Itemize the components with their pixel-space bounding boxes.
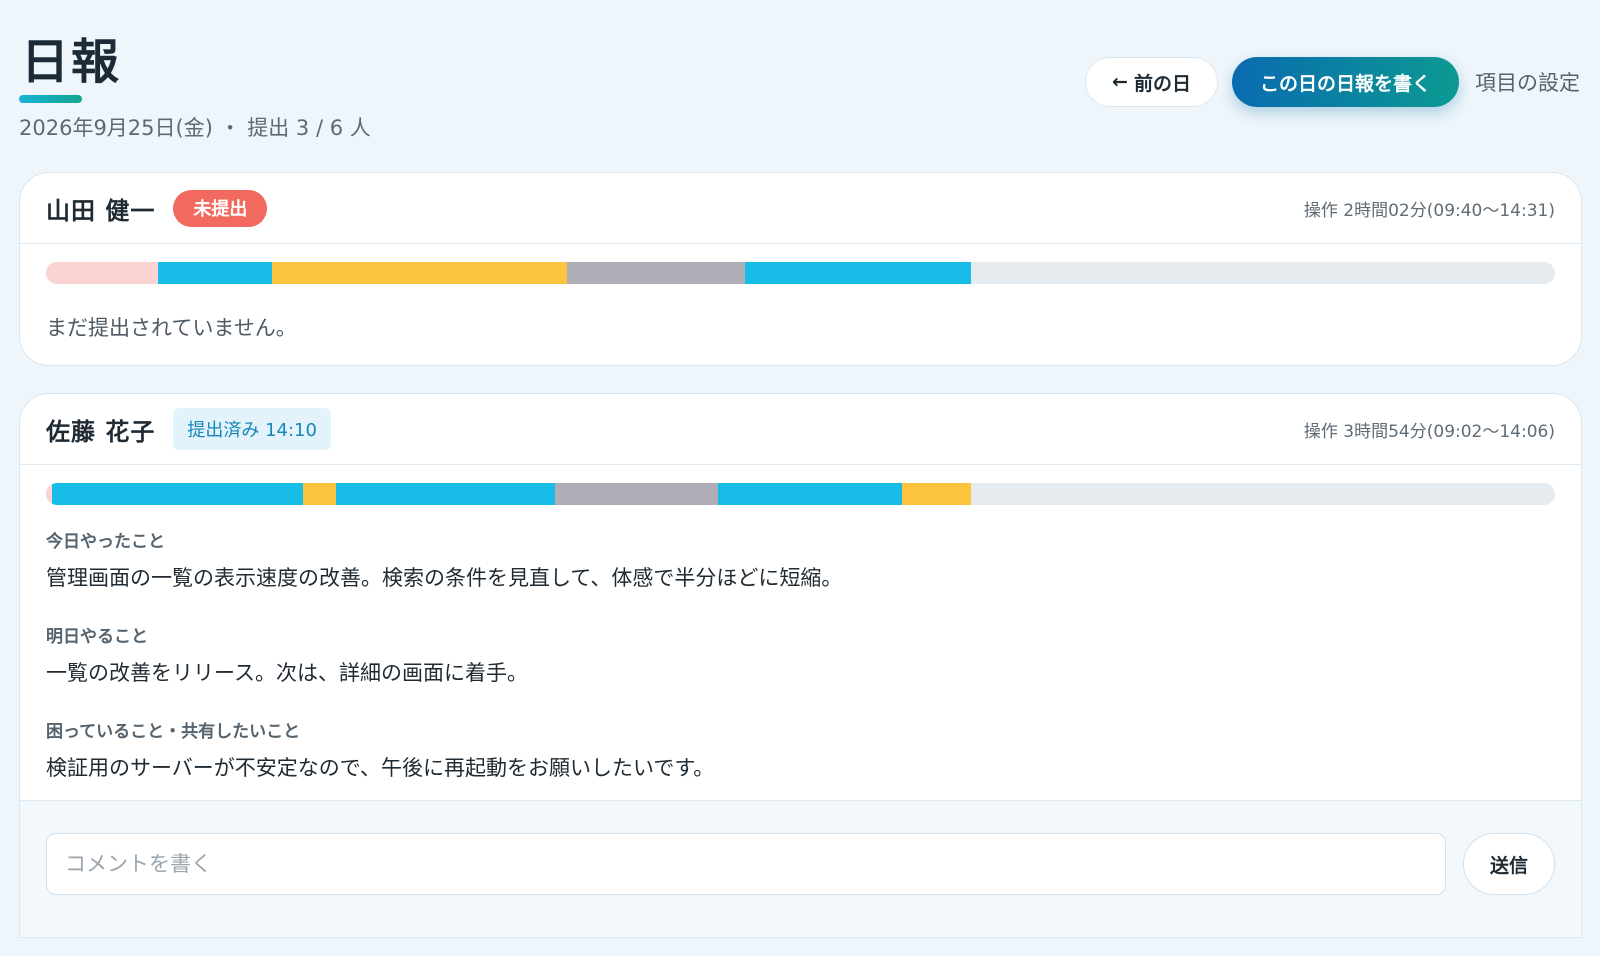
activity-segment (744, 262, 971, 284)
section-label: 明日やること (46, 627, 148, 647)
page-subtitle: 2026年9月25日(金) ・ 提出 3 / 6 人 (19, 116, 371, 140)
activity-segment (52, 483, 303, 505)
activity-segment (554, 483, 718, 505)
section-issues: 困っていること・共有したいこと 検証用のサーバーが不安定なので、午後に再起動をお… (20, 717, 1581, 782)
previous-day-button[interactable]: ← 前の日 (1085, 57, 1218, 107)
previous-day-label: 前の日 (1133, 72, 1191, 95)
field-settings-link[interactable]: 項目の設定 (1473, 67, 1582, 97)
title-underline (19, 95, 82, 103)
activity-segment (157, 262, 273, 284)
operation-time: 操作 2時間02分(09:40〜14:31) (1303, 200, 1555, 221)
report-card-header: 佐藤 花子 提出済み 14:10 操作 3時間54分(09:02〜14:06) (20, 394, 1581, 465)
activity-segment (901, 483, 971, 505)
section-todo-tomorrow: 明日やること 一覧の改善をリリース。次は、詳細の画面に着手。 (20, 622, 1581, 687)
section-text: 一覧の改善をリリース。次は、詳細の画面に着手。 (46, 661, 528, 685)
status-badge: 未提出 (173, 189, 268, 227)
activity-timeline (46, 262, 1555, 284)
section-text: 管理画面の一覧の表示速度の改善。検索の条件を見直して、体感で半分ほどに短縮。 (46, 566, 843, 590)
report-card-header: 山田 健一 未提出 操作 2時間02分(09:40〜14:31) (20, 173, 1581, 244)
comment-area: 送信 (20, 800, 1581, 937)
activity-segment (566, 262, 745, 284)
section-text: 検証用のサーバーが不安定なので、午後に再起動をお願いしたいです。 (46, 756, 715, 780)
section-label: 困っていること・共有したいこと (46, 722, 301, 742)
activity-segment (272, 262, 567, 284)
report-card: 佐藤 花子 提出済み 14:10 操作 3時間54分(09:02〜14:06) … (19, 393, 1582, 938)
write-report-button[interactable]: この日の日報を書く (1231, 57, 1459, 107)
activity-segment (302, 483, 336, 505)
empty-message: まだ提出されていません。 (46, 316, 297, 340)
member-name: 佐藤 花子 (46, 417, 156, 446)
header-actions: ← 前の日 この日の日報を書く 項目の設定 (1085, 57, 1582, 107)
arrow-left-icon: ← (1112, 71, 1128, 93)
activity-timeline (46, 483, 1555, 505)
comment-input[interactable] (46, 833, 1446, 895)
section-label: 今日やったこと (46, 532, 165, 552)
activity-segment (335, 483, 555, 505)
activity-segment (717, 483, 902, 505)
report-card: 山田 健一 未提出 操作 2時間02分(09:40〜14:31) まだ提出されて… (19, 172, 1582, 366)
daily-report-page: 日報 2026年9月25日(金) ・ 提出 3 / 6 人 ← 前の日 この日の… (0, 0, 1600, 956)
operation-time: 操作 3時間54分(09:02〜14:06) (1303, 421, 1555, 442)
section-done-today: 今日やったこと 管理画面の一覧の表示速度の改善。検索の条件を見直して、体感で半分… (20, 527, 1581, 592)
activity-segment (46, 262, 158, 284)
member-name: 山田 健一 (46, 196, 156, 225)
page-title: 日報 (21, 34, 122, 90)
status-badge: 提出済み 14:10 (173, 408, 331, 450)
send-comment-button[interactable]: 送信 (1463, 833, 1555, 895)
